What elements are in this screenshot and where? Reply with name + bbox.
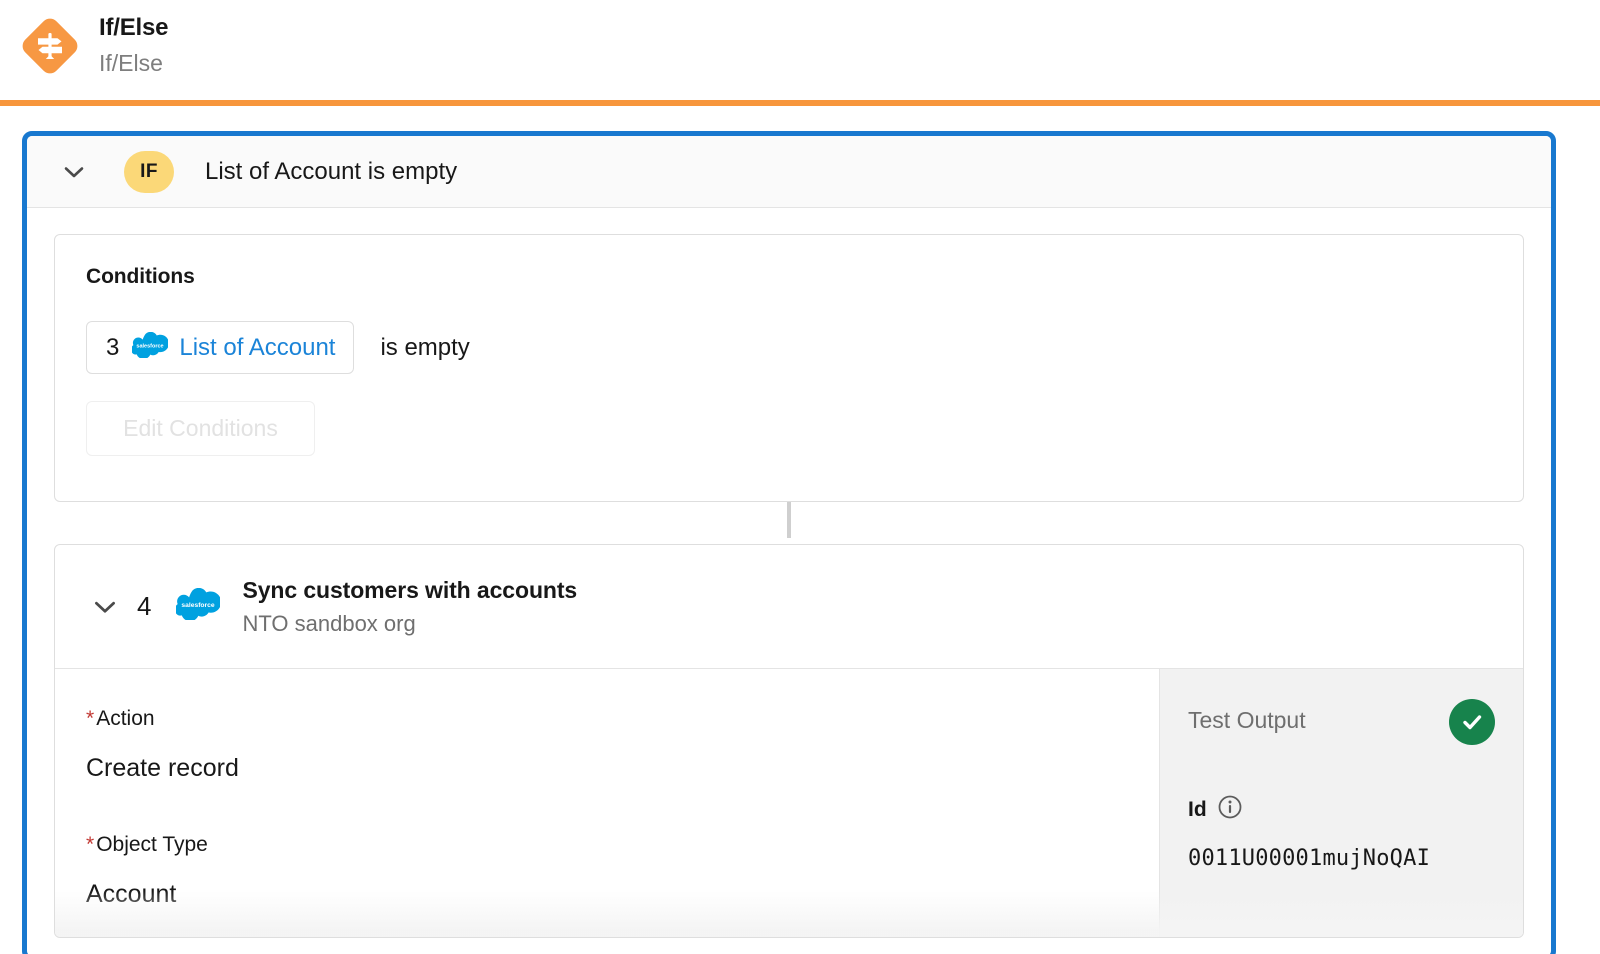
step-title: Sync customers with accounts	[242, 576, 578, 603]
required-asterisk: *	[86, 833, 95, 856]
step-fields: *Action Create record *Object Type Accou…	[55, 669, 1159, 937]
svg-text:salesforce: salesforce	[137, 344, 164, 350]
test-output-panel: Test Output Id 0011U00001mujNoQAI	[1159, 669, 1523, 937]
test-output-id-value: 0011U00001mujNoQAI	[1188, 846, 1431, 871]
condition-operator: is empty	[380, 333, 470, 361]
if-badge: IF	[124, 150, 174, 193]
test-output-title: Test Output	[1188, 707, 1306, 733]
condition-resource-chip[interactable]: 3 salesforce List of Account	[86, 321, 355, 374]
check-circle-icon	[1449, 699, 1495, 745]
chevron-down-icon[interactable]	[90, 592, 120, 622]
step-body: *Action Create record *Object Type Accou…	[55, 669, 1523, 937]
salesforce-cloud-icon: salesforce	[175, 587, 222, 625]
page-subtitle: If/Else	[99, 49, 163, 76]
conditions-heading: Conditions	[86, 265, 195, 288]
step-subtitle: NTO sandbox org	[242, 610, 416, 636]
step-card: 4 salesforce Sync customers with account…	[54, 544, 1524, 938]
info-icon[interactable]	[1217, 794, 1243, 825]
edit-conditions-button[interactable]: Edit Conditions	[86, 401, 315, 456]
field-action: *Action Create record	[86, 707, 1159, 783]
condition-row: 3 salesforce List of Account is empty	[86, 321, 1523, 374]
step-number: 4	[137, 591, 152, 621]
field-action-label-text: Action	[96, 707, 155, 730]
header-accent-bar	[0, 100, 1600, 106]
condition-resource-link[interactable]: List of Account	[179, 334, 335, 362]
app-root: If/Else If/Else IF List of Account is em…	[0, 0, 1600, 954]
field-object-type-label: *Object Type	[86, 833, 1159, 857]
step-header[interactable]: 4 salesforce Sync customers with account…	[55, 545, 1523, 669]
if-else-signpost-icon	[18, 14, 82, 78]
field-object-type-value[interactable]: Account	[86, 880, 1159, 909]
condition-step-number: 3	[106, 333, 120, 361]
svg-text:salesforce: salesforce	[182, 602, 216, 609]
field-object-type: *Object Type Account	[86, 833, 1159, 909]
chevron-down-icon[interactable]	[59, 157, 89, 187]
page-title: If/Else	[99, 14, 169, 41]
required-asterisk: *	[86, 707, 95, 730]
if-else-panel: IF List of Account is empty Conditions 3…	[22, 131, 1556, 954]
field-action-label: *Action	[86, 707, 1159, 731]
field-object-type-label-text: Object Type	[96, 833, 208, 856]
test-output-id-label: Id	[1188, 797, 1207, 821]
panel-body: Conditions 3 salesforce List of Account …	[27, 208, 1551, 938]
conditions-card: Conditions 3 salesforce List of Account …	[54, 234, 1524, 502]
if-branch-label: List of Account is empty	[205, 157, 458, 185]
field-action-value[interactable]: Create record	[86, 754, 1159, 783]
step-connector-line	[787, 502, 791, 538]
if-branch-header[interactable]: IF List of Account is empty	[27, 136, 1551, 208]
salesforce-cloud-icon: salesforce	[131, 331, 170, 363]
page-header: If/Else If/Else	[0, 0, 1600, 102]
